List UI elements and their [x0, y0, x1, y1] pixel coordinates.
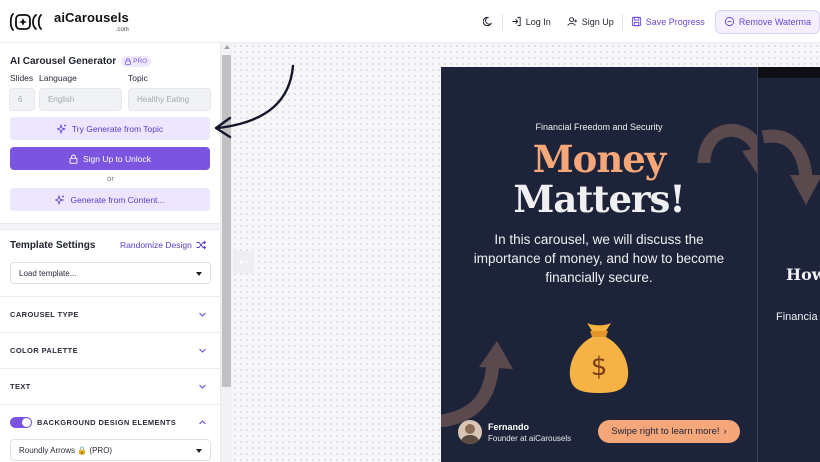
carousel-slide-2[interactable]: How Financia	[757, 67, 820, 462]
section-background-elements[interactable]: BACKGROUND DESIGN ELEMENTS	[0, 404, 220, 440]
slide-2-heading: How	[786, 265, 820, 284]
pro-badge: PRO	[121, 56, 152, 67]
section-text[interactable]: TEXT	[0, 368, 220, 404]
slide-2-top-band	[758, 67, 820, 78]
background-elements-select[interactable]: Roundly Arrows 🔒 (PRO)	[10, 439, 211, 461]
lock-icon	[69, 154, 78, 164]
save-progress-button[interactable]: Save Progress	[631, 16, 705, 27]
top-bar: aiCarousels .com Log In Sign Up Save Pro…	[0, 0, 820, 43]
swipe-label: Swipe right to learn more!	[611, 426, 720, 437]
randomize-design-button[interactable]: Randomize Design	[120, 240, 206, 250]
slide-2-body: Financia	[776, 311, 818, 323]
save-progress-label: Save Progress	[645, 16, 705, 27]
signup-unlock-button[interactable]: Sign Up to Unlock	[10, 147, 210, 170]
chevron-down-icon	[199, 312, 206, 317]
sparkle-icon	[55, 194, 65, 205]
remove-watermark-button[interactable]: Remove Waterma	[714, 9, 820, 34]
slides-count-field[interactable]: 6	[9, 88, 35, 111]
shuffle-icon	[196, 240, 206, 250]
curved-arrow-decoration-icon	[761, 129, 820, 205]
divider	[621, 13, 623, 30]
login-button[interactable]: Log In	[511, 16, 551, 27]
login-label: Log In	[525, 16, 551, 27]
carousel-canvas: Financial Freedom and Security Money Mat…	[232, 43, 820, 462]
language-label: Language	[39, 73, 77, 83]
chevron-down-icon	[199, 384, 206, 389]
background-elements-value: Roundly Arrows 🔒 (PRO)	[19, 445, 113, 455]
remove-watermark-label: Remove Waterma	[738, 16, 811, 27]
settings-sidebar: AI Carousel Generator PRO Slides Languag…	[0, 43, 221, 462]
try-generate-button[interactable]: Try Generate from Topic	[10, 117, 210, 140]
randomize-design-label: Randomize Design	[120, 240, 192, 250]
logo-mark-icon	[9, 12, 42, 31]
section-color-palette-label: COLOR PALETTE	[10, 346, 78, 355]
login-icon	[512, 16, 521, 27]
chevron-down-icon	[199, 348, 206, 353]
pointer-arrow-annotation-icon	[214, 64, 295, 139]
section-background-elements-label: BACKGROUND DESIGN ELEMENTS	[37, 418, 177, 427]
background-elements-toggle[interactable]	[10, 417, 32, 428]
or-separator: or	[107, 174, 114, 183]
swipe-cta: Swipe right to learn more! ›	[598, 420, 740, 443]
previous-slide-button[interactable]	[233, 251, 254, 273]
generate-from-content-button[interactable]: Generate from Content...	[10, 188, 210, 211]
section-text-label: TEXT	[10, 382, 31, 391]
topic-label: Topic	[128, 73, 148, 83]
minus-circle-icon	[724, 16, 734, 27]
section-color-palette[interactable]: COLOR PALETTE	[0, 332, 220, 368]
brand-logo[interactable]: aiCarousels .com	[9, 10, 129, 33]
author-name: Fernando	[488, 421, 530, 432]
topic-field[interactable]: Healthy Eating	[128, 88, 211, 111]
caret-down-icon	[196, 272, 202, 276]
slide-subtitle: Financial Freedom and Security	[535, 122, 663, 132]
signup-unlock-label: Sign Up to Unlock	[82, 153, 152, 164]
brand-wordmark: aiCarousels .com	[54, 10, 129, 33]
slide-body-text: In this carousel, we will discuss the im…	[473, 232, 725, 285]
money-bag-icon: $	[569, 323, 629, 393]
brand-name: aiCarousels	[54, 10, 129, 25]
try-generate-label: Try Generate from Topic	[71, 123, 164, 134]
author-block: Fernando Founder at aiCarousels	[458, 420, 571, 444]
brand-domain: .com	[115, 27, 129, 33]
curved-arrow-decoration-icon	[441, 341, 513, 427]
scroll-up-arrow-icon[interactable]	[224, 45, 230, 49]
slide-title-line1: Money	[532, 137, 667, 181]
arrow-left-icon	[238, 258, 248, 266]
sparkle-icon	[56, 123, 67, 134]
section-carousel-type-label: CAROUSEL TYPE	[10, 310, 79, 319]
load-template-select[interactable]: Load template...	[10, 262, 211, 284]
slides-label: Slides	[10, 73, 34, 83]
section-divider	[0, 223, 220, 230]
user-plus-icon	[567, 17, 577, 26]
generator-title: AI Carousel Generator PRO	[10, 56, 152, 67]
moon-icon	[482, 16, 492, 27]
generate-from-content-label: Generate from Content...	[70, 194, 165, 205]
template-settings-title: Template Settings	[10, 240, 96, 251]
load-template-value: Load template...	[19, 268, 77, 278]
chevron-up-icon	[199, 420, 206, 425]
signup-button[interactable]: Sign Up	[567, 16, 614, 27]
divider	[501, 13, 503, 30]
top-actions: Log In Sign Up Save Progress Remove Wate…	[482, 0, 820, 43]
carousel-slide-1[interactable]: Financial Freedom and Security Money Mat…	[441, 67, 757, 462]
slide-title-line2: Matters!	[513, 177, 685, 221]
lock-icon	[125, 58, 132, 65]
caret-down-icon	[196, 449, 202, 453]
chevron-right-icon: ›	[723, 426, 727, 437]
author-role: Founder at aiCarousels	[488, 433, 572, 443]
theme-toggle-button[interactable]	[482, 16, 494, 27]
generator-title-text: AI Carousel Generator	[10, 56, 117, 67]
avatar	[458, 420, 482, 444]
money-symbol: $	[591, 352, 608, 382]
pro-badge-label: PRO	[133, 58, 148, 65]
section-carousel-type[interactable]: CAROUSEL TYPE	[0, 296, 220, 332]
save-icon	[631, 16, 641, 27]
language-field[interactable]: English	[39, 88, 122, 111]
signup-label: Sign Up	[581, 16, 614, 27]
